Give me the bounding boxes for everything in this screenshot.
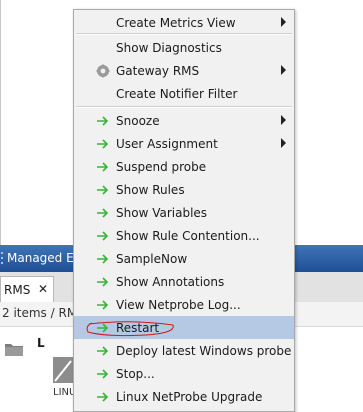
menu-item-create-metrics-view[interactable]: Create Metrics View [74, 11, 294, 34]
red-annotation-ellipse [86, 321, 174, 337]
green-arrow-icon [97, 392, 109, 402]
menu-item-label: Show Rule Contention... [116, 229, 260, 243]
menu-item-label: Linux NetProbe Upgrade [116, 390, 263, 404]
green-arrow-icon [97, 369, 109, 379]
green-arrow-icon [97, 116, 109, 126]
green-arrow-icon [97, 185, 109, 195]
menu-item-label: Show Annotations [116, 275, 225, 289]
submenu-arrow-icon [281, 17, 286, 27]
menu-item-label: Show Variables [116, 206, 208, 220]
context-menu: Create Metrics View Show Diagnostics Gatew… [73, 9, 295, 412]
menu-item-label: Create Notifier Filter [116, 87, 238, 101]
menu-item-label: Deploy latest Windows probe [116, 344, 292, 358]
menu-item-show-rules[interactable]: Show Rules [74, 178, 294, 201]
green-arrow-icon [97, 139, 109, 149]
green-arrow-icon [97, 300, 109, 310]
menu-item-show-annotations[interactable]: Show Annotations [74, 270, 294, 293]
menu-item-stop[interactable]: Stop... [74, 362, 294, 385]
menu-item-show-rule-contention[interactable]: Show Rule Contention... [74, 224, 294, 247]
menu-item-snooze[interactable]: Snooze [74, 109, 294, 132]
menu-item-user-assignment[interactable]: User Assignment [74, 132, 294, 155]
probe-icon[interactable] [53, 357, 73, 385]
folder-icon[interactable] [4, 341, 24, 357]
green-arrow-icon [97, 208, 109, 218]
submenu-arrow-icon [281, 65, 286, 75]
menu-item-view-netprobe-log[interactable]: View Netprobe Log... [74, 293, 294, 316]
close-icon[interactable]: ✕ [38, 282, 48, 296]
column-header: L [37, 336, 45, 350]
submenu-arrow-icon [281, 115, 286, 125]
tab-rms[interactable]: RMS ✕ [0, 276, 54, 303]
menu-item-label: User Assignment [116, 137, 218, 151]
gear-icon [96, 64, 110, 78]
menu-separator [76, 106, 292, 108]
menu-item-label: Create Metrics View [116, 16, 236, 30]
menu-item-label: Suspend probe [116, 160, 207, 174]
submenu-arrow-icon [281, 138, 286, 148]
menu-item-samplenow[interactable]: SampleNow [74, 247, 294, 270]
menu-item-suspend-probe[interactable]: Suspend probe [74, 155, 294, 178]
panel-grip-icon [1, 252, 3, 264]
tab-label: RMS [4, 283, 31, 297]
green-arrow-icon [97, 231, 109, 241]
menu-item-gateway-rms[interactable]: Gateway RMS [74, 59, 294, 82]
item-count: 2 items / RM [2, 306, 78, 320]
menu-item-create-notifier-filter[interactable]: Create Notifier Filter [74, 82, 294, 105]
menu-item-label: Show Diagnostics [116, 41, 222, 55]
menu-item-label: Show Rules [116, 183, 185, 197]
menu-item-show-variables[interactable]: Show Variables [74, 201, 294, 224]
menu-item-label: Snooze [116, 114, 160, 128]
menu-item-label: Gateway RMS [116, 64, 200, 78]
menu-item-deploy-latest-windows-probe[interactable]: Deploy latest Windows probe [74, 339, 294, 362]
window-border [0, 0, 1, 245]
menu-item-linux-netprobe-upgrade[interactable]: Linux NetProbe Upgrade [74, 385, 294, 408]
menu-item-label: SampleNow [116, 252, 188, 266]
menu-item-show-diagnostics[interactable]: Show Diagnostics [74, 36, 294, 59]
green-arrow-icon [97, 346, 109, 356]
green-arrow-icon [97, 254, 109, 264]
green-arrow-icon [97, 277, 109, 287]
menu-item-label: Stop... [116, 367, 155, 381]
green-arrow-icon [97, 162, 109, 172]
menu-item-label: View Netprobe Log... [116, 298, 241, 312]
